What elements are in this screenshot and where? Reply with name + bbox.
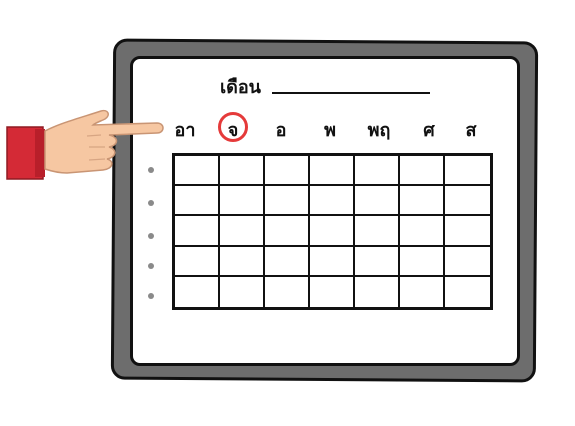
calendar-grid — [172, 153, 493, 310]
bullet-dot — [148, 263, 154, 269]
calendar-cell — [265, 276, 310, 307]
calendar-cell — [310, 186, 355, 217]
calendar-cell — [445, 186, 490, 217]
calendar-cell — [175, 186, 220, 217]
day-header-fri: ศ — [423, 120, 435, 141]
calendar-cell — [355, 156, 400, 187]
calendar-cell — [175, 276, 220, 307]
calendar-cell — [400, 186, 445, 217]
calendar-cell — [310, 156, 355, 187]
calendar-cell — [355, 186, 400, 217]
calendar-cell — [310, 246, 355, 277]
calendar-cell — [265, 246, 310, 277]
day-header-tue: อ — [275, 120, 287, 141]
calendar-board-scene: เดือน อา จ อ พ พฤ ศ ส — [0, 0, 575, 426]
calendar-cell — [445, 216, 490, 247]
bullet-dot — [148, 200, 154, 206]
calendar-cell — [265, 216, 310, 247]
calendar-cell — [400, 156, 445, 187]
calendar-cell — [445, 156, 490, 187]
calendar-cell — [355, 246, 400, 277]
day-header-wed: พ — [324, 120, 336, 141]
calendar-cell — [355, 216, 400, 247]
calendar-cell — [220, 276, 265, 307]
calendar-cell — [175, 216, 220, 247]
calendar-cell — [175, 156, 220, 187]
month-blank-line — [272, 92, 430, 94]
day-header-sat: ส — [465, 120, 477, 141]
hand-palm — [44, 109, 164, 174]
calendar-cell — [265, 156, 310, 187]
calendar-cell — [220, 186, 265, 217]
calendar-cell — [265, 186, 310, 217]
calendar-cell — [445, 277, 490, 307]
calendar-cell — [310, 216, 355, 247]
bullet-dot — [148, 233, 154, 239]
month-title: เดือน — [220, 77, 261, 98]
calendar-cell — [400, 216, 445, 247]
bullet-dot — [148, 293, 154, 299]
calendar-cell — [355, 276, 400, 307]
sleeve-cuff — [35, 129, 45, 177]
calendar-cell — [220, 216, 265, 247]
calendar-cell — [400, 246, 445, 277]
calendar-cell — [220, 156, 265, 187]
pointing-hand-icon — [6, 109, 164, 180]
calendar-cell — [400, 276, 445, 307]
highlight-circle — [218, 112, 248, 142]
day-header-thu: พฤ — [367, 120, 391, 141]
calendar-cell — [175, 246, 220, 277]
calendar-cell — [310, 276, 355, 307]
calendar-cell — [220, 246, 265, 277]
calendar-cell — [445, 247, 490, 277]
